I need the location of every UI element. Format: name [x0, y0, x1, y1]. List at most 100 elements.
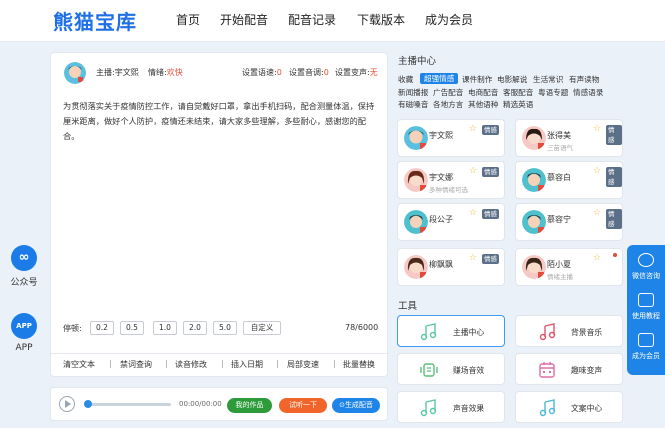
toolbar-divider: |	[109, 359, 112, 368]
tool-anchor-center[interactable]: 主播中心	[397, 315, 505, 347]
category-life-tips[interactable]: 生活常识	[533, 74, 563, 85]
anchor-name[interactable]: 主播:宇文熙	[96, 67, 139, 78]
anchor-avatar[interactable]	[64, 62, 86, 84]
batch-replace-button[interactable]: 批量替换	[343, 359, 375, 370]
pause-5-0-button[interactable]: 5.0	[213, 321, 237, 335]
music-note-icon	[539, 323, 556, 341]
tool-label: 趣味变声	[571, 366, 603, 375]
category-favorites[interactable]: 收藏	[398, 74, 413, 85]
insert-date-button[interactable]: 插入日期	[231, 359, 263, 370]
anchor-card[interactable]: 陌小夏 情绪主播 ☆	[515, 248, 623, 286]
pause-0-5-button[interactable]: 0.5	[120, 321, 144, 335]
app-button[interactable]: APP APP	[8, 313, 40, 353]
anchor-card[interactable]: 慕容白 ☆ 情感	[515, 161, 623, 199]
favorite-star-icon[interactable]: ☆	[593, 166, 601, 176]
anchor-name: 慕容宁	[547, 215, 571, 224]
anchor-card[interactable]: 段公子 ☆ 情感	[397, 203, 505, 241]
speed-setting[interactable]: 设置语速:0	[242, 67, 282, 78]
voice-change-value: 无	[369, 68, 378, 77]
progress-track[interactable]	[85, 403, 171, 406]
category-movie-commentary[interactable]: 电影解说	[497, 74, 527, 85]
tutorial-button[interactable]: 使用教程	[627, 293, 665, 321]
pause-2-0-button[interactable]: 2.0	[183, 321, 207, 335]
category-news[interactable]: 新闻播报	[398, 87, 428, 98]
tool-scene-effects[interactable]: 赚场音效	[397, 353, 505, 385]
anchor-center-title: 主播中心	[398, 56, 437, 67]
pitch-setting[interactable]: 设置音调:0	[289, 67, 329, 78]
pause-custom-button[interactable]: 自定义	[243, 321, 281, 335]
pause-0-2-button[interactable]: 0.2	[90, 321, 114, 335]
tool-label: 背景音乐	[571, 328, 603, 337]
anchor-avatar	[522, 126, 546, 150]
playback-time: 00:00/00:00	[179, 400, 222, 408]
emotion-setting[interactable]: 情绪:欢快	[148, 67, 183, 78]
anchor-name: 张得美	[547, 131, 571, 140]
play-icon[interactable]	[59, 396, 75, 412]
banned-word-check-button[interactable]: 禁词查询	[120, 359, 152, 370]
favorite-star-icon[interactable]: ☆	[469, 124, 477, 134]
category-magnetic-voice[interactable]: 有磁嗓音	[398, 99, 428, 110]
category-ad[interactable]: 广告配音	[433, 87, 463, 98]
wechat-consult-button[interactable]: 微信咨询	[627, 253, 665, 281]
anchor-card[interactable]: 慕容宁 ☆ 情感	[515, 203, 623, 241]
clear-text-button[interactable]: 清空文本	[63, 359, 95, 370]
category-emotional-quotes[interactable]: 情感语录	[573, 87, 603, 98]
site-logo[interactable]: 熊猫宝库	[53, 6, 137, 35]
nav-membership[interactable]: 成为会员	[425, 11, 473, 28]
generate-dubbing-button[interactable]: ⊙生成配音	[332, 398, 380, 413]
wechat-label: 公众号	[10, 278, 38, 288]
category-courseware[interactable]: 课件制作	[462, 74, 492, 85]
tool-copywriting-center[interactable]: 文案中心	[515, 391, 623, 423]
character-counter: 78/6000	[345, 323, 379, 332]
anchor-avatar	[522, 255, 546, 279]
anchor-card[interactable]: 宇文娜 多种情绪可选 ☆ 情感	[397, 161, 505, 199]
toolbar-divider: |	[333, 359, 336, 368]
tool-fun-voice-change[interactable]: 趣味变声	[515, 353, 623, 385]
sound-effect-icon	[420, 363, 438, 377]
anchor-card[interactable]: 张得美 三苗语气 ☆ 情感	[515, 119, 623, 157]
anchor-avatar	[522, 168, 546, 192]
tool-background-music[interactable]: 背景音乐	[515, 315, 623, 347]
category-cantonese[interactable]: 粤语专题	[538, 87, 568, 98]
category-strong-emotion[interactable]: 超强情感	[420, 73, 459, 84]
category-dialects[interactable]: 各地方言	[433, 99, 463, 110]
nav-start-dubbing[interactable]: 开始配音	[220, 11, 268, 28]
category-customer-service[interactable]: 客服配音	[503, 87, 533, 98]
category-ecommerce[interactable]: 电商配音	[468, 87, 498, 98]
tool-label: 声音效果	[453, 404, 485, 413]
category-audiobooks[interactable]: 有声读物	[569, 74, 599, 85]
category-english[interactable]: 精选英语	[503, 99, 533, 110]
favorite-star-icon[interactable]: ☆	[469, 166, 477, 176]
pronunciation-edit-button[interactable]: 读音修改	[175, 359, 207, 370]
anchor-card[interactable]: 柳飘飘 ☆ 情感	[397, 248, 505, 286]
anchor-name: 宇文娜	[429, 173, 453, 182]
partial-speed-button[interactable]: 局部变速	[287, 359, 319, 370]
wechat-consult-label: 微信咨询	[632, 272, 660, 280]
favorite-star-icon[interactable]: ☆	[593, 208, 601, 218]
anchor-name: 宇文熙	[429, 131, 453, 140]
favorite-star-icon[interactable]: ☆	[469, 208, 477, 218]
editor-toolbar: 清空文本 | 禁词查询 | 读音修改 | 插入日期 | 局部变速 | 批量替换	[51, 353, 389, 371]
membership-button[interactable]: 成为会员	[627, 333, 665, 361]
nav-home[interactable]: 首页	[176, 11, 200, 28]
anchor-avatar	[522, 210, 546, 234]
my-works-button[interactable]: 我的作品	[227, 398, 272, 413]
script-textarea[interactable]: 为贯彻落实关于疫情防控工作，请自觉戴好口罩，拿出手机扫码，配合测量体温，保持厘米…	[63, 99, 378, 144]
favorite-star-icon[interactable]: ☆	[593, 124, 601, 134]
voice-change-setting[interactable]: 设置变声:无	[335, 67, 378, 78]
category-other-languages[interactable]: 其他语种	[468, 99, 498, 110]
nav-dubbing-records[interactable]: 配音记录	[288, 11, 336, 28]
nav-download[interactable]: 下载版本	[357, 11, 405, 28]
tutorial-label: 使用教程	[632, 312, 660, 320]
pause-1-0-button[interactable]: 1.0	[153, 321, 177, 335]
tool-sound-effects[interactable]: 声音效果	[397, 391, 505, 423]
try-listen-button[interactable]: 试听一下	[279, 398, 327, 413]
app-label: APP	[15, 343, 33, 353]
favorite-star-icon[interactable]: ☆	[469, 253, 477, 263]
anchor-tag: 情感	[606, 125, 622, 145]
music-note-icon	[539, 399, 556, 417]
wechat-official-button[interactable]: ∞ 公众号	[8, 245, 40, 288]
favorite-star-icon[interactable]: ☆	[593, 253, 601, 263]
anchor-card[interactable]: 宇文熙 ☆ 情感	[397, 119, 505, 157]
progress-handle[interactable]	[84, 400, 92, 408]
